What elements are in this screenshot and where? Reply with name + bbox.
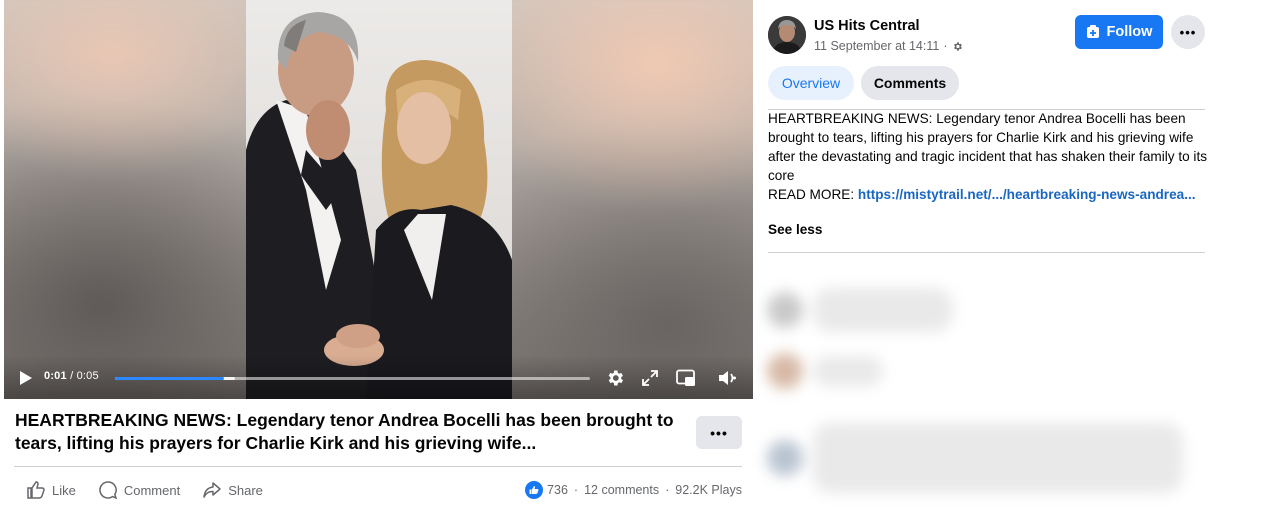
comment-button[interactable]: Comment xyxy=(96,478,182,502)
play-icon xyxy=(20,371,32,385)
read-more-link[interactable]: https://mistytrail.net/.../heartbreaking… xyxy=(858,187,1196,202)
blurred-comments xyxy=(767,258,1207,498)
post-stats: 736 · 12 comments · 92.2K Plays xyxy=(525,481,742,499)
page: 0:01 / 0:05 HEARTBREAKING NEWS: Legendar… xyxy=(0,0,1280,515)
play-count: 92.2K Plays xyxy=(675,483,742,497)
reaction-like-icon xyxy=(525,481,544,499)
description-text: HEARTBREAKING NEWS: Legendary tenor Andr… xyxy=(768,111,1208,183)
settings-button[interactable] xyxy=(604,367,626,389)
fullscreen-icon xyxy=(642,370,658,386)
video-progress-bar[interactable] xyxy=(115,377,590,380)
video-player[interactable]: 0:01 / 0:05 xyxy=(4,0,753,399)
post-time-text[interactable]: 11 September at 14:11 xyxy=(814,39,939,53)
like-label: Like xyxy=(52,482,76,498)
like-icon xyxy=(27,481,45,499)
comments-divider xyxy=(768,252,1205,253)
stats-dot: · xyxy=(665,483,670,497)
time-separator: / xyxy=(66,370,77,382)
stats-dot: · xyxy=(573,483,579,497)
avatar-image xyxy=(768,16,806,54)
post-side-panel: US Hits Central 11 September at 14:11 · … xyxy=(753,0,1280,515)
page-more-button[interactable]: ••• xyxy=(1171,15,1205,49)
video-time: 0:01 / 0:05 xyxy=(44,370,99,382)
current-time: 0:01 xyxy=(44,370,67,382)
follow-icon xyxy=(1086,25,1099,38)
share-icon xyxy=(203,482,221,498)
tab-comments[interactable]: Comments xyxy=(861,66,959,100)
played-bar xyxy=(115,377,225,380)
more-icon: ••• xyxy=(1179,24,1197,40)
share-label: Share xyxy=(228,482,263,498)
post-description: HEARTBREAKING NEWS: Legendary tenor Andr… xyxy=(768,109,1208,204)
post-timestamp: 11 September at 14:11 · xyxy=(814,39,963,53)
dot: · xyxy=(943,39,948,53)
blurred-comment xyxy=(767,423,1183,493)
volume-icon xyxy=(719,371,736,385)
duration: 0:05 xyxy=(76,370,99,382)
see-less-button[interactable]: See less xyxy=(768,222,822,237)
like-button[interactable]: Like xyxy=(24,478,78,502)
follow-label: Follow xyxy=(1106,24,1153,40)
more-icon: ••• xyxy=(710,424,728,441)
video-frame-illustration xyxy=(246,0,512,399)
post-more-button[interactable]: ••• xyxy=(696,416,742,449)
post-actions: Like Comment Share xyxy=(24,478,265,502)
comment-count[interactable]: 12 comments xyxy=(584,483,659,497)
tab-overview[interactable]: Overview xyxy=(768,66,854,100)
page-name[interactable]: US Hits Central xyxy=(814,18,920,34)
fullscreen-button[interactable] xyxy=(640,368,660,388)
post-divider xyxy=(14,466,742,467)
picture-in-picture-icon xyxy=(676,369,695,386)
blurred-comment xyxy=(767,353,883,389)
post-title: HEARTBREAKING NEWS: Legendary tenor Andr… xyxy=(15,410,674,453)
volume-button[interactable] xyxy=(716,367,738,389)
follow-button[interactable]: Follow xyxy=(1075,15,1163,49)
reaction-count[interactable]: 736 xyxy=(547,483,568,497)
page-avatar[interactable] xyxy=(768,16,806,54)
comment-label: Comment xyxy=(123,482,181,498)
settings-icon xyxy=(608,370,623,386)
video-frame-image xyxy=(246,0,512,399)
play-button[interactable] xyxy=(16,368,36,388)
share-button[interactable]: Share xyxy=(200,478,265,502)
read-more-label: READ MORE: xyxy=(768,187,858,202)
globe-settings-icon xyxy=(953,41,962,51)
comment-icon xyxy=(99,481,118,500)
picture-in-picture-button[interactable] xyxy=(674,367,698,389)
blurred-comment xyxy=(767,288,953,332)
read-more-line: READ MORE: https://mistytrail.net/.../he… xyxy=(768,185,1208,204)
